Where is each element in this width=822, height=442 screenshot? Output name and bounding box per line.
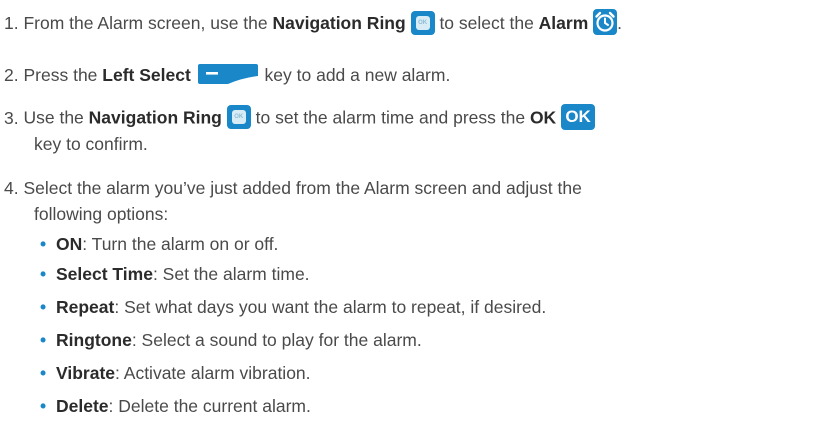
step-text: key to add a new alarm. [264,65,451,86]
option-term: Ringtone [56,330,132,350]
alarm-term: Alarm [538,13,589,34]
option-item: • Delete: Delete the current alarm. [40,395,311,417]
step-2: 2. Press the Left Select key to add a ne… [4,62,450,91]
step-number: 3. [4,107,19,128]
option-term: Select Time [56,264,153,284]
option-desc: : Select a sound to play for the alarm. [131,330,422,350]
step-text: Use the [23,107,89,128]
step-3-continued: key to confirm. [34,133,148,155]
option-item: • Ringtone: Select a sound to play for th… [40,329,422,351]
step-text: to set the alarm time and press the [255,107,530,128]
step-4-continued: following options: [34,203,168,225]
step-text: Select the alarm you’ve just added from … [23,178,582,198]
step-4: 4. Select the alarm you’ve just added fr… [4,177,582,199]
left-select-term: Left Select [102,65,191,86]
left-select-key-icon [196,62,260,91]
ok-key-icon: OK [561,104,596,130]
option-desc: : Activate alarm vibration. [115,363,311,383]
navigation-ring-term: Navigation Ring [272,13,406,34]
step-text: to select the [439,13,539,34]
step-text: key to confirm. [34,134,148,154]
bullet-icon: • [40,330,47,350]
bullet-icon: • [40,297,47,317]
option-desc: : Set what days you want the alarm to re… [114,297,547,317]
bullet-icon: • [40,264,47,284]
bullet-icon: • [40,396,47,416]
navigation-ring-icon: OK [410,10,435,35]
option-item: • Repeat: Set what days you want the alar… [40,296,546,318]
bullet-icon: • [40,234,47,254]
option-item: • ON: Turn the alarm on or off. [40,233,278,255]
option-term: ON [56,234,83,254]
bullet-icon: • [40,363,47,383]
step-text: following options: [34,204,169,224]
ok-term: OK [529,107,557,128]
navigation-ring-icon: OK [226,105,251,129]
step-number: 1. [4,13,19,34]
option-term: Vibrate [56,363,116,383]
step-text: From the Alarm screen, use the [23,13,273,34]
navigation-ring-term: Navigation Ring [88,107,222,128]
step-number: 2. [4,65,19,86]
step-3: 3. Use the Navigation Ring OK to set the… [4,104,596,132]
option-desc: : Delete the current alarm. [108,396,311,416]
option-desc: : Turn the alarm on or off. [82,234,279,254]
option-term: Delete [56,396,109,416]
option-item: • Vibrate: Activate alarm vibration. [40,362,311,384]
period: . [617,13,623,34]
option-item: • Select Time: Set the alarm time. [40,263,310,285]
instruction-document: 1. From the Alarm screen, use the Naviga… [0,0,822,442]
option-desc: : Set the alarm time. [152,264,310,284]
option-term: Repeat [56,297,115,317]
step-text: Press the [23,65,103,86]
step-number: 4. [4,178,19,198]
step-1: 1. From the Alarm screen, use the Naviga… [4,9,622,40]
alarm-clock-icon [593,9,618,40]
